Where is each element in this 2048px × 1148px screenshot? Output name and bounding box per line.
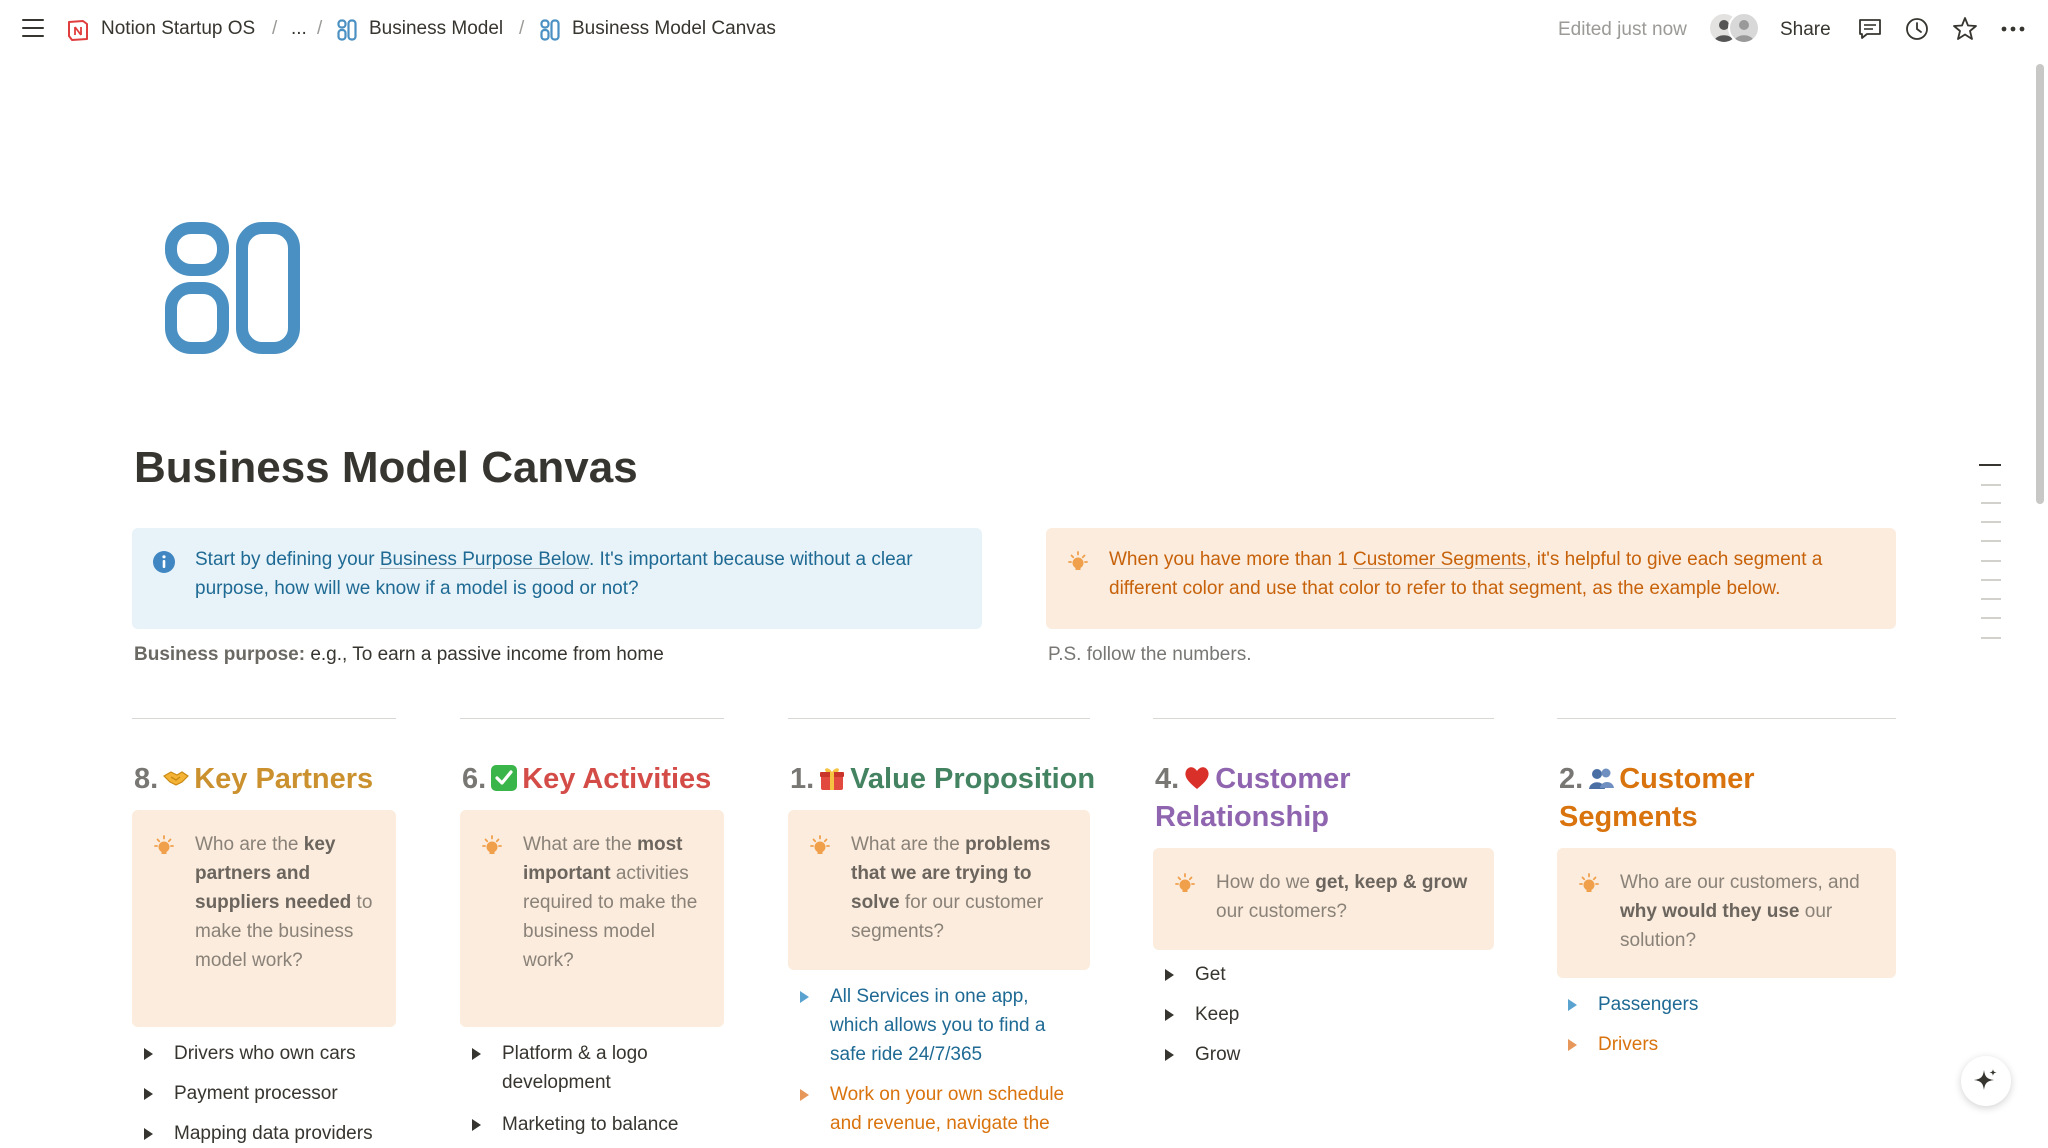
top-bar: Notion Startup OS / ... / Business Model… — [0, 0, 2048, 60]
notion-logo-icon — [68, 20, 88, 41]
divider — [132, 718, 396, 719]
callout-text: Start by defining your Business Purpose … — [195, 549, 913, 599]
key-activities-callout: What are the most important activities r… — [460, 810, 724, 1027]
breadcrumb-separator: / — [272, 18, 278, 39]
history-clock-icon[interactable] — [1902, 14, 1932, 44]
toggle-arrow-icon[interactable] — [472, 1048, 481, 1060]
lightbulb-icon — [1579, 873, 1599, 892]
customer-relationship-heading[interactable]: 4. Customer Relationship — [1155, 760, 1495, 836]
menu-icon[interactable] — [22, 19, 44, 37]
lightbulb-icon — [1175, 873, 1195, 892]
divider — [1557, 718, 1896, 719]
key-partners-heading[interactable]: 8. Key Partners — [134, 760, 404, 798]
page-grid-icon — [165, 222, 300, 354]
toggle-arrow-icon[interactable] — [1165, 1049, 1174, 1061]
toggle-arrow-icon[interactable] — [144, 1088, 153, 1100]
grid-page-icon — [540, 19, 560, 41]
breadcrumb-workspace[interactable]: Notion Startup OS — [101, 17, 255, 41]
toggle-arrow-icon[interactable] — [800, 1089, 809, 1101]
share-button[interactable]: Share — [1780, 18, 1831, 42]
toggle-arrow-icon[interactable] — [144, 1128, 153, 1140]
divider — [460, 718, 724, 719]
breadcrumb-separator: / — [317, 18, 323, 39]
gift-icon — [820, 768, 845, 790]
ps-note[interactable]: P.S. follow the numbers. — [1048, 642, 1251, 668]
favorite-star-icon[interactable] — [1950, 14, 1980, 44]
lightbulb-icon — [810, 835, 830, 854]
toggle-arrow-icon[interactable] — [472, 1119, 481, 1131]
comments-icon[interactable] — [1855, 14, 1885, 44]
divider — [788, 718, 1090, 719]
edited-status: Edited just now — [1558, 19, 1687, 40]
toggle-arrow-icon[interactable] — [1568, 999, 1577, 1011]
callout-text: When you have more than 1 Customer Segme… — [1109, 549, 1823, 599]
tip-callout: When you have more than 1 Customer Segme… — [1046, 528, 1896, 629]
scrollbar[interactable] — [2036, 64, 2044, 504]
customer-segments-callout: Who are our customers, and why would the… — [1557, 848, 1896, 978]
customer-segments-heading[interactable]: 2. Customer Segments — [1559, 760, 1799, 836]
business-purpose-line[interactable]: Business purpose: e.g., To earn a passiv… — [134, 642, 664, 668]
business-purpose-label: Business purpose: — [134, 644, 306, 665]
lightbulb-icon — [1068, 551, 1088, 570]
customer-relationship-callout: How do we get, keep & grow our customers… — [1153, 848, 1494, 950]
toggle-arrow-icon[interactable] — [1165, 1009, 1174, 1021]
customer-segments-link[interactable]: Customer Segments — [1353, 549, 1526, 570]
grid-page-icon — [337, 19, 357, 41]
breadcrumb-separator: / — [519, 18, 525, 39]
avatar[interactable] — [1728, 12, 1760, 44]
ai-assistant-button[interactable] — [1961, 1056, 2011, 1106]
toggle-arrow-icon[interactable] — [800, 991, 809, 1003]
page-title[interactable]: Business Model Canvas — [134, 440, 638, 496]
people-icon — [1589, 768, 1615, 789]
key-activities-heading[interactable]: 6. Key Activities — [462, 760, 732, 798]
business-purpose-link[interactable]: Business Purpose Below — [380, 549, 589, 570]
toggle-arrow-icon[interactable] — [144, 1048, 153, 1060]
breadcrumb-current-page[interactable]: Business Model Canvas — [572, 17, 776, 41]
breadcrumb-business-model[interactable]: Business Model — [369, 17, 503, 41]
heart-icon — [1185, 767, 1209, 789]
breadcrumb-ellipsis[interactable]: ... — [291, 17, 307, 41]
check-mark-icon — [491, 765, 518, 791]
info-callout: Start by defining your Business Purpose … — [132, 528, 982, 629]
business-purpose-value: e.g., To earn a passive income from home — [305, 644, 664, 665]
more-options-icon[interactable] — [1998, 14, 2028, 44]
info-icon — [153, 551, 175, 573]
handshake-icon — [163, 771, 190, 786]
toggle-arrow-icon[interactable] — [1568, 1039, 1577, 1051]
toggle-arrow-icon[interactable] — [1165, 969, 1174, 981]
divider — [1153, 718, 1494, 719]
lightbulb-icon — [482, 835, 502, 854]
lightbulb-icon — [154, 835, 174, 854]
sparkle-icon — [1974, 1069, 1997, 1090]
key-partners-callout: Who are the key partners and suppliers n… — [132, 810, 396, 1027]
value-proposition-callout: What are the problems that we are trying… — [788, 810, 1090, 970]
value-proposition-heading[interactable]: 1. Value Proposition — [790, 760, 1100, 798]
